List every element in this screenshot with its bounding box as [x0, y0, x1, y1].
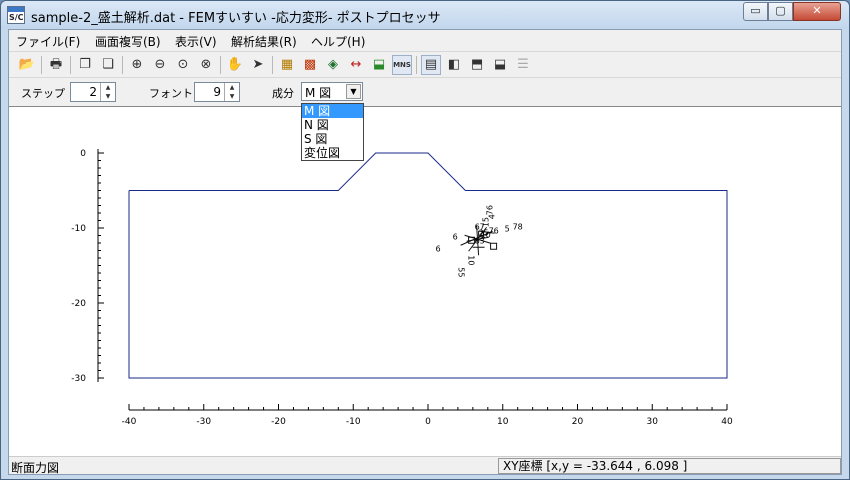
- zoom-window-icon[interactable]: ⊗: [196, 55, 216, 75]
- zoom-in-icon[interactable]: ⊕: [127, 55, 147, 75]
- client-area: ファイル(F) 画面複写(B) 表示(V) 解析結果(R) ヘルプ(H) 📂 🖶…: [8, 29, 842, 475]
- font-spinner[interactable]: 9 ▲ ▼: [194, 82, 240, 102]
- mesh-nodes-icon[interactable]: ▩: [300, 55, 320, 75]
- view-left-icon[interactable]: ◧: [444, 55, 464, 75]
- component-label: 成分: [272, 87, 294, 100]
- step-spinner-arrows[interactable]: ▲ ▼: [100, 83, 115, 101]
- x-tick-label: -20: [271, 417, 286, 427]
- dropdown-option-n[interactable]: N 図: [302, 118, 363, 132]
- component-select[interactable]: M 図 ▼: [301, 82, 363, 101]
- menu-screen-copy[interactable]: 画面複写(B): [95, 33, 161, 50]
- x-tick-label: 40: [721, 417, 733, 427]
- step-spinner[interactable]: 2 ▲ ▼: [70, 82, 116, 102]
- x-tick-label: -10: [346, 417, 361, 427]
- app-icon-text: S/C: [9, 13, 24, 22]
- toolbar-separator: [220, 56, 221, 74]
- mns-icon[interactable]: MNS: [392, 55, 412, 75]
- drawing-canvas[interactable]: 0 -10 -20 -30 -40 -30 -20 -10 0 10 20 30 40 76 78 5 15 4 6…: [9, 106, 841, 456]
- section-outline-line: [128, 152, 728, 379]
- pointer-icon[interactable]: ➤: [248, 55, 268, 75]
- status-mode: 断面力図: [11, 461, 60, 475]
- menu-view[interactable]: 表示(V): [175, 33, 217, 50]
- menu-results[interactable]: 解析結果(R): [231, 33, 297, 50]
- menu-file[interactable]: ファイル(F): [16, 33, 80, 50]
- x-tick-label: 10: [497, 417, 509, 427]
- options-bar: ステップ 2 ▲ ▼ フォント 9 ▲ ▼ 成分 M 図 ▼: [9, 79, 841, 105]
- force-value-label: 5: [505, 224, 510, 233]
- list-icon[interactable]: ☰: [513, 55, 533, 75]
- force-value-label: 9: [435, 243, 440, 252]
- menu-bar: ファイル(F) 画面複写(B) 表示(V) 解析結果(R) ヘルプ(H): [9, 30, 841, 50]
- font-label: フォント: [149, 87, 193, 100]
- y-tick-label: -20: [71, 299, 86, 309]
- title-bar[interactable]: S/C sample-2_盛土解析.dat - FEMすいすい -応力変形- ポ…: [1, 1, 849, 29]
- chevron-down-icon[interactable]: ▼: [346, 84, 361, 99]
- hand-pan-icon[interactable]: ✋: [225, 55, 245, 75]
- force-value-label: 4: [488, 214, 497, 219]
- minimize-button[interactable]: ▭: [743, 2, 768, 21]
- app-window: S/C sample-2_盛土解析.dat - FEMすいすい -応力変形- ポ…: [0, 0, 850, 480]
- status-coordinates: XY座標 [x,y = -33.644 , 6.098 ]: [498, 458, 841, 474]
- force-value-label: 6: [453, 232, 458, 241]
- x-tick-label: 30: [647, 417, 659, 427]
- force-value-label: 55: [457, 267, 466, 277]
- y-tick-label: -10: [71, 224, 86, 234]
- x-tick-label: 20: [572, 417, 584, 427]
- y-tick-label: -30: [71, 374, 86, 384]
- toolbar-separator: [70, 56, 71, 74]
- close-button[interactable]: ✕: [793, 2, 841, 21]
- font-value: 9: [213, 85, 221, 99]
- copy-icon[interactable]: ❐: [75, 55, 95, 75]
- font-spinner-arrows[interactable]: ▲ ▼: [224, 83, 239, 101]
- view-num-icon[interactable]: ▤: [421, 55, 441, 75]
- dropdown-option-displacement[interactable]: 変位図: [302, 146, 363, 160]
- force-value-label: 76: [486, 205, 495, 215]
- print-icon[interactable]: 🖶: [46, 55, 66, 75]
- view-top-icon[interactable]: ⬓: [490, 55, 510, 75]
- force-value-label: 10: [467, 255, 476, 265]
- app-icon[interactable]: S/C: [7, 6, 25, 24]
- load-icon[interactable]: ⬓: [369, 55, 389, 75]
- section-plot: 0-10-20-30-40 -30 -20 -10 0 10 20 30 40767851546…: [71, 149, 733, 427]
- component-dropdown-list: M 図 N 図 S 図 変位図: [301, 103, 364, 161]
- force-diagram-box: [490, 242, 498, 250]
- toolbar-separator: [416, 56, 417, 74]
- status-bar: 断面力図 XY座標 [x,y = -33.644 , 6.098 ]: [9, 456, 841, 475]
- view-bottom-icon[interactable]: ⬒: [467, 55, 487, 75]
- toolbar-separator: [41, 56, 42, 74]
- mesh-icon[interactable]: ▦: [277, 55, 297, 75]
- paste-icon[interactable]: ❏: [98, 55, 118, 75]
- force-value-label: 78: [513, 222, 523, 231]
- dimension-icon[interactable]: ↔: [346, 55, 366, 75]
- force-value-label: 76: [489, 226, 499, 235]
- zoom-out-icon[interactable]: ⊖: [150, 55, 170, 75]
- component-value: M 図: [305, 86, 332, 100]
- material-icon[interactable]: ◈: [323, 55, 343, 75]
- x-tick-label: -40: [122, 417, 137, 427]
- dropdown-option-s[interactable]: S 図: [302, 132, 363, 146]
- y-tick-label: 0: [80, 149, 86, 159]
- x-tick-label: 0: [425, 417, 431, 427]
- zoom-fit-icon[interactable]: ⊙: [173, 55, 193, 75]
- step-value: 2: [89, 85, 97, 99]
- step-label: ステップ: [21, 87, 65, 100]
- x-tick-label: -30: [196, 417, 211, 427]
- toolbar-separator: [272, 56, 273, 74]
- toolbar: 📂 🖶 ❐ ❏ ⊕ ⊖ ⊙ ⊗ ✋ ➤ ▦ ▩ ◈ ↔ ⬓ MNS ▤ ◧ ⬒ …: [9, 51, 841, 78]
- window-title: sample-2_盛土解析.dat - FEMすいすい -応力変形- ポストプロ…: [31, 11, 441, 26]
- menu-help[interactable]: ヘルプ(H): [311, 33, 365, 50]
- toolbar-separator: [122, 56, 123, 74]
- dropdown-option-m[interactable]: M 図: [302, 104, 363, 118]
- open-icon[interactable]: 📂: [17, 55, 37, 75]
- maximize-button[interactable]: ▢: [768, 2, 793, 21]
